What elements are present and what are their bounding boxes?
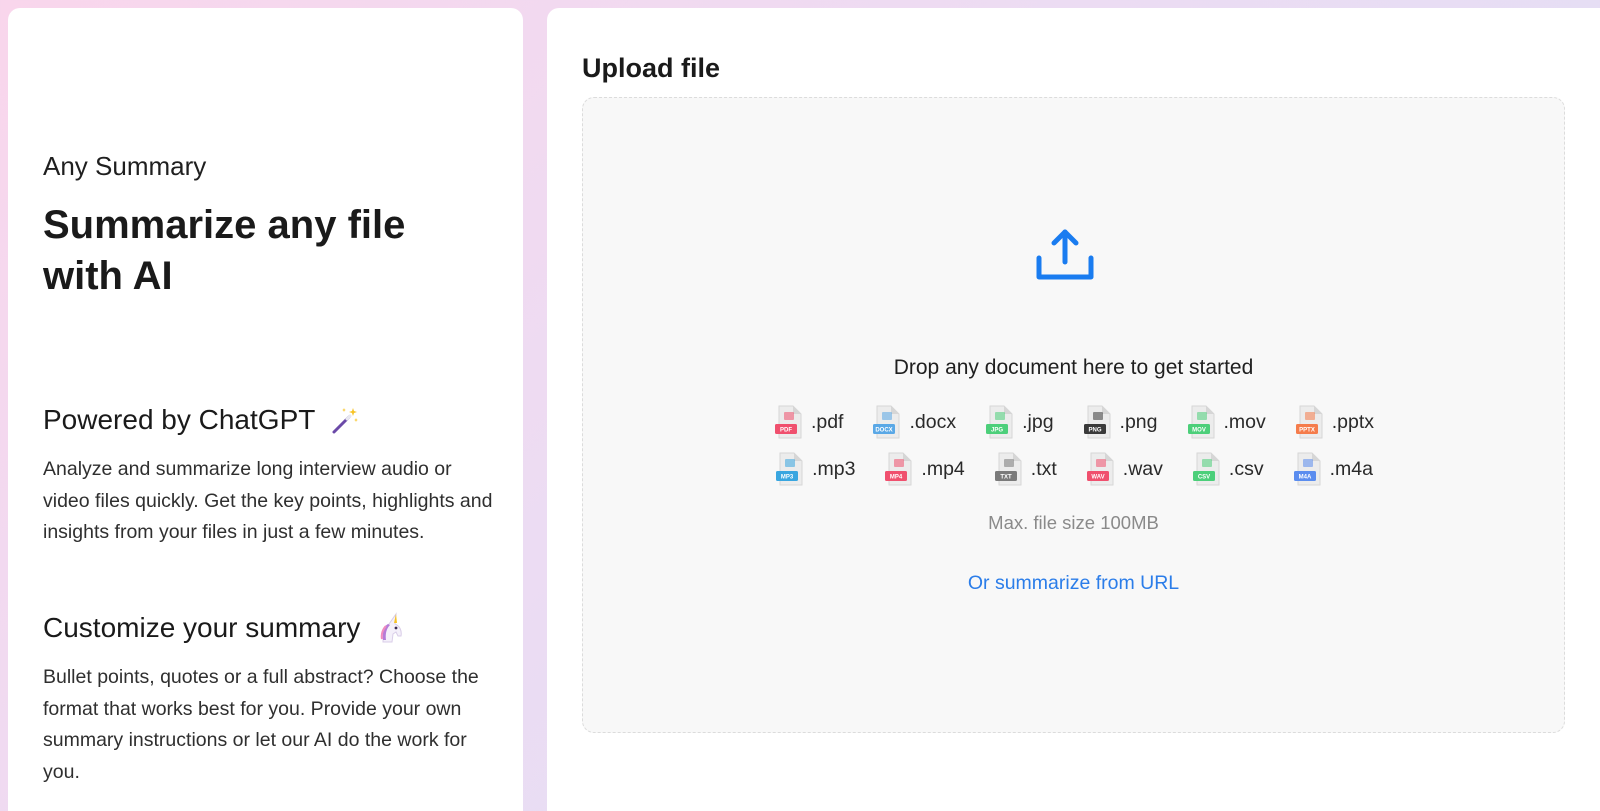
file-type-png: PNG .png <box>1082 404 1158 440</box>
file-type-label: .pdf <box>810 410 844 433</box>
file-type-label: .mp3 <box>812 457 856 480</box>
mp4-file-icon: MP4 <box>885 452 912 486</box>
svg-text:MP4: MP4 <box>890 475 903 481</box>
feature-title-customize: Customize your summary <box>43 612 406 644</box>
svg-text:DOCX: DOCX <box>876 428 893 434</box>
file-type-wav: WAV .wav <box>1085 451 1163 487</box>
max-file-size: Max. file size 100MB <box>988 512 1159 533</box>
app-name: Any Summary <box>43 151 207 181</box>
file-type-label: .mp4 <box>921 457 965 480</box>
file-type-label: .mov <box>1223 410 1266 433</box>
feature-desc-customize: Bullet points, quotes or a full abstract… <box>43 666 479 783</box>
upload-panel: Upload file Drop any document here to ge… <box>547 8 1600 811</box>
feature-title-text: Customize your summary <box>43 612 361 643</box>
svg-text:JPG: JPG <box>991 428 1003 434</box>
file-type-label: .jpg <box>1022 410 1054 433</box>
pptx-file-icon: PPTX <box>1295 405 1323 439</box>
file-types-row: MP3 .mp3 MP4 .mp4 TXT .txt WAV .wav CSV .csv M4A .m… <box>583 451 1564 487</box>
svg-text:MOV: MOV <box>1192 428 1206 434</box>
svg-text:PNG: PNG <box>1088 428 1101 434</box>
jpg-file-icon: JPG <box>986 405 1013 439</box>
file-type-csv: CSV .csv <box>1191 451 1264 487</box>
unicorn-icon <box>381 612 403 643</box>
svg-text:WAV: WAV <box>1091 475 1104 481</box>
file-type-mov: MOV .mov <box>1186 404 1266 440</box>
file-type-label: .png <box>1119 410 1158 433</box>
drop-instructions: Drop any document here to get started <box>893 356 1254 379</box>
upload-title: Upload file <box>582 53 721 83</box>
file-type-txt: TXT .txt <box>993 451 1057 487</box>
file-type-jpg: JPG .jpg <box>984 404 1054 440</box>
file-type-label: .m4a <box>1329 457 1373 480</box>
file-type-label: .docx <box>909 410 957 433</box>
file-type-label: .txt <box>1030 457 1057 480</box>
m4a-file-icon: M4A <box>1293 452 1321 486</box>
svg-text:MP3: MP3 <box>781 475 794 481</box>
pdf-file-icon: PDF <box>774 405 802 439</box>
file-types-row: PDF .pdf DOCX .docx JPG .jpg PNG .png MOV .mov PPT… <box>583 404 1564 440</box>
summarize-from-url-link[interactable]: Or summarize from URL <box>583 572 1564 595</box>
wav-file-icon: WAV <box>1086 452 1114 486</box>
file-type-label: .pptx <box>1331 410 1375 433</box>
svg-text:TXT: TXT <box>1000 475 1012 481</box>
file-type-mp4: MP4 .mp4 <box>883 451 965 487</box>
mov-file-icon: MOV <box>1187 405 1214 439</box>
file-type-pptx: PPTX .pptx <box>1294 404 1374 440</box>
file-type-m4a: M4A .m4a <box>1292 451 1373 487</box>
svg-text:M4A: M4A <box>1298 475 1311 481</box>
file-type-label: .wav <box>1122 457 1163 480</box>
hero-title: Summarize any file with AI <box>43 203 406 298</box>
svg-text:PPTX: PPTX <box>1299 428 1315 434</box>
file-type-docx: DOCX .docx <box>871 404 956 440</box>
file-dropzone[interactable]: Drop any document here to get started PD… <box>582 97 1565 733</box>
feature-desc-chatgpt: Analyze and summarize long interview aud… <box>43 458 493 543</box>
upload-icon <box>1036 229 1094 280</box>
magic-wand-icon <box>332 408 359 434</box>
feature-title-text: Powered by ChatGPT <box>43 404 316 435</box>
csv-file-icon: CSV <box>1192 452 1220 486</box>
svg-text:PDF: PDF <box>780 428 792 434</box>
mp3-file-icon: MP3 <box>776 452 803 486</box>
txt-file-icon: TXT <box>994 452 1022 486</box>
file-type-mp3: MP3 .mp3 <box>774 451 855 487</box>
feature-title-chatgpt: Powered by ChatGPT <box>43 404 361 436</box>
png-file-icon: PNG <box>1083 405 1111 439</box>
file-type-pdf: PDF .pdf <box>773 404 844 440</box>
intro-panel: Any Summary Summarize any file with AI P… <box>8 8 523 811</box>
file-type-label: .csv <box>1228 457 1264 480</box>
svg-text:CSV: CSV <box>1198 475 1210 481</box>
docx-file-icon: DOCX <box>873 405 900 439</box>
